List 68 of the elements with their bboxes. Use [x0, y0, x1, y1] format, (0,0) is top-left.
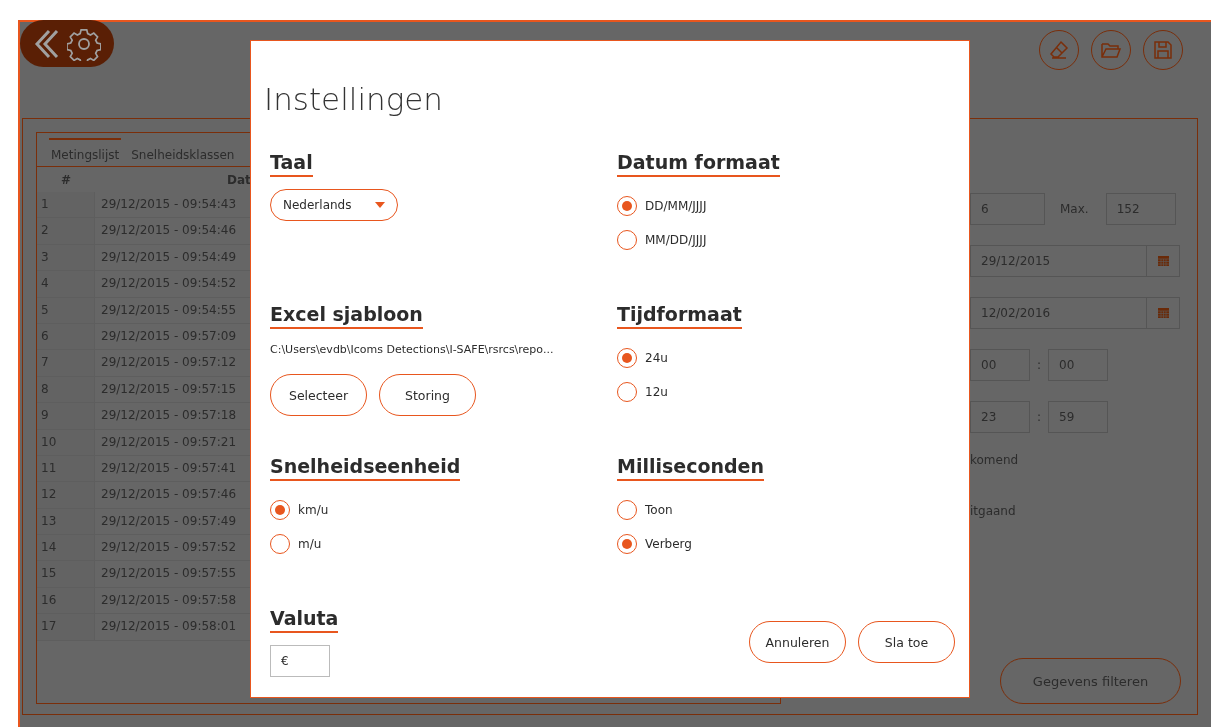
back-icon — [33, 27, 61, 60]
section-heading: Milliseconden — [617, 455, 764, 481]
direction-label: komend — [970, 453, 1019, 467]
radio-label: MM/DD/JJJJ — [645, 233, 707, 247]
calendar-icon — [1157, 256, 1169, 266]
column-header: # — [60, 172, 72, 187]
radio-label: Verberg — [645, 537, 692, 551]
dialog-button[interactable]: Annuleren — [749, 621, 846, 663]
section-heading: Snelheidseenheid — [270, 455, 461, 481]
section-heading: Taal — [270, 151, 313, 177]
save-icon — [1153, 40, 1173, 60]
table-cell-text: 29/12/2015 - 09:57:52 — [100, 539, 238, 557]
table-cell-text: 29/12/2015 - 09:57:41 — [100, 459, 238, 477]
table-cell-text: 29/12/2015 - 09:54:46 — [100, 222, 238, 240]
caret-icon — [375, 202, 385, 208]
time-field[interactable]: 00 — [1048, 349, 1108, 381]
dialog-title: Instellingen — [264, 80, 444, 119]
folder-icon — [1100, 40, 1122, 60]
radio-label: 12u — [645, 385, 668, 399]
section-heading: Datum formaat — [617, 151, 780, 177]
file-button[interactable]: Selecteer — [270, 374, 367, 416]
max-label: Max. — [1060, 202, 1089, 216]
table-cell-text: 29/12/2015 - 09:57:55 — [100, 565, 238, 583]
radio-label: DD/MM/JJJJ — [645, 199, 707, 213]
settings-icon — [67, 26, 101, 61]
section-heading: Tijdformaat — [617, 303, 742, 329]
time-separator: : — [1035, 358, 1042, 372]
radio-label: Toon — [645, 503, 673, 517]
radio-label: 24u — [645, 351, 668, 365]
radio-label: km/u — [298, 503, 329, 517]
date-field[interactable]: 29/12/2015 — [970, 245, 1147, 277]
table-cell-text: 29/12/2015 - 09:57:18 — [100, 407, 238, 425]
table-cell-text: 29/12/2015 - 09:57:21 — [100, 433, 238, 451]
max-field[interactable]: 152 — [1105, 193, 1176, 225]
min-field[interactable]: 6 — [970, 193, 1045, 225]
tab[interactable]: Snelheidsklassen — [129, 138, 237, 166]
table-cell-text: 29/12/2015 - 09:54:49 — [100, 248, 238, 266]
tab[interactable]: Metingslijst — [49, 138, 122, 166]
dialog-button[interactable]: Sla toe — [858, 621, 955, 663]
column-header: Dat — [227, 172, 251, 187]
time-field[interactable]: 00 — [970, 349, 1030, 381]
table-cell-text: 29/12/2015 - 09:57:49 — [100, 512, 238, 530]
currency-field[interactable]: € — [270, 645, 330, 677]
table-cell-text: 29/12/2015 - 09:57:09 — [100, 327, 238, 345]
back-settings-button[interactable] — [20, 20, 114, 67]
table-cell-text: 29/12/2015 - 09:54:52 — [100, 275, 238, 293]
direction-label: itgaand — [970, 504, 1016, 518]
section-heading: Excel sjabloon — [270, 303, 423, 329]
table-cell-text: 29/12/2015 - 09:57:15 — [100, 380, 238, 398]
calendar-button[interactable] — [1147, 297, 1180, 329]
radio-label: m/u — [298, 537, 322, 551]
file-path: C:\Users\evdb\Icoms Detections\I-SAFE\rsrcs\repo... — [270, 343, 554, 356]
time-separator: : — [1035, 410, 1042, 424]
table-cell-text: 29/12/2015 - 09:58:01 — [100, 618, 238, 636]
eraser-icon — [1048, 39, 1070, 61]
time-field[interactable]: 59 — [1048, 401, 1108, 433]
language-dropdown[interactable]: Nederlands — [270, 189, 398, 221]
time-field[interactable]: 23 — [970, 401, 1030, 433]
table-cell-text: 29/12/2015 - 09:54:43 — [100, 196, 238, 213]
section-heading: Valuta — [270, 607, 339, 633]
table-cell-text: 29/12/2015 - 09:57:58 — [100, 591, 238, 609]
calendar-icon — [1157, 308, 1169, 318]
table-cell-text: 29/12/2015 - 09:57:46 — [100, 486, 238, 504]
date-field[interactable]: 12/02/2016 — [970, 297, 1147, 329]
table-cell-text: 29/12/2015 - 09:57:12 — [100, 354, 238, 372]
file-button[interactable]: Storing — [379, 374, 476, 416]
calendar-button[interactable] — [1147, 245, 1180, 277]
table-cell-text: 29/12/2015 - 09:54:55 — [100, 301, 238, 319]
